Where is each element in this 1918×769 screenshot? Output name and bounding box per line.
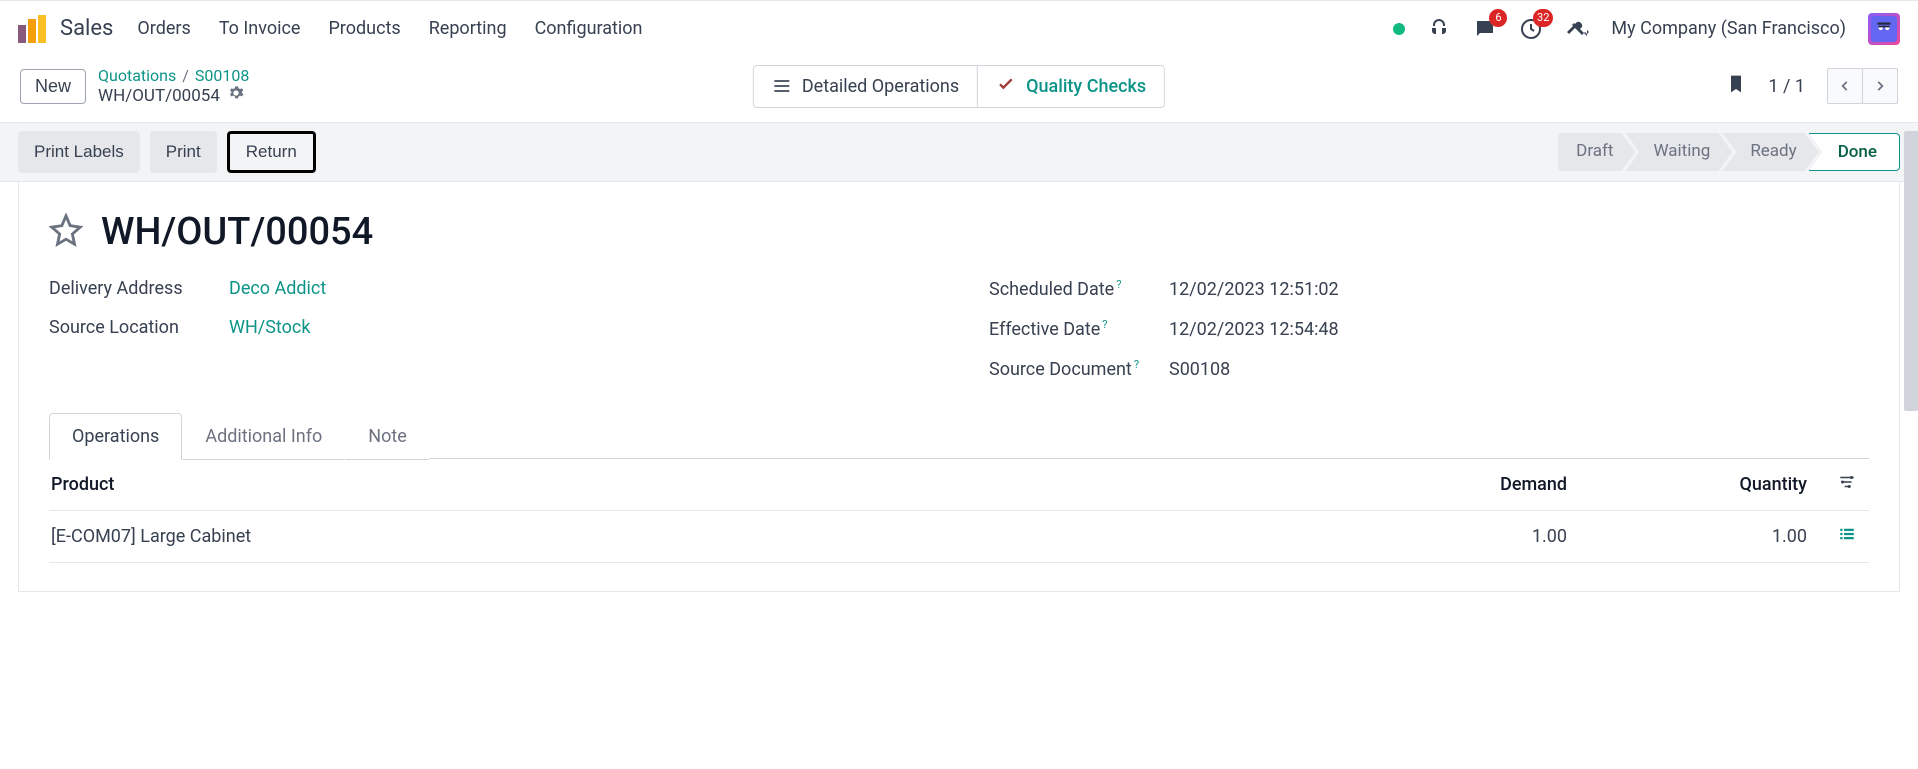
breadcrumb-root[interactable]: Quotations (98, 66, 176, 85)
table-header: Product Demand Quantity (49, 459, 1869, 511)
source-document-label: Source Document? (989, 358, 1169, 380)
cell-quantity: 1.00 (1627, 526, 1827, 547)
print-labels-button[interactable]: Print Labels (18, 131, 140, 173)
scrollbar[interactable] (1904, 131, 1918, 411)
source-document-value: S00108 (1169, 359, 1230, 380)
main-nav: Orders To Invoice Products Reporting Con… (137, 18, 642, 39)
source-location-label: Source Location (49, 317, 229, 338)
pager-text[interactable]: 1 / 1 (1768, 76, 1805, 97)
status-waiting[interactable]: Waiting (1625, 133, 1732, 171)
activities-badge: 32 (1533, 9, 1553, 27)
col-quantity-header: Quantity (1627, 474, 1827, 495)
nav-orders[interactable]: Orders (137, 18, 190, 39)
nav-configuration[interactable]: Configuration (535, 18, 643, 39)
tab-additional-info[interactable]: Additional Info (182, 413, 345, 460)
status-ready[interactable]: Ready (1722, 133, 1818, 171)
nav-products[interactable]: Products (328, 18, 400, 39)
gear-icon[interactable] (228, 85, 244, 106)
app-logo[interactable] (18, 15, 46, 43)
delivery-address-value[interactable]: Deco Addict (229, 278, 326, 299)
effective-date-value: 12/02/2023 12:54:48 (1169, 319, 1339, 340)
voip-icon[interactable] (1427, 17, 1451, 41)
quality-checks-label: Quality Checks (1026, 76, 1146, 97)
breadcrumb: Quotations / S00108 WH/OUT/00054 (98, 66, 249, 106)
cell-demand: 1.00 (1407, 526, 1627, 547)
quality-checks-button[interactable]: Quality Checks (977, 66, 1164, 107)
tab-note[interactable]: Note (345, 413, 430, 460)
user-avatar[interactable] (1868, 13, 1900, 45)
new-button[interactable]: New (20, 69, 86, 104)
pager-prev-button[interactable] (1827, 68, 1863, 104)
tab-operations[interactable]: Operations (49, 413, 182, 460)
scheduled-date-label: Scheduled Date? (989, 278, 1169, 300)
status-bar: Draft Waiting Ready Done (1558, 133, 1900, 171)
star-icon[interactable] (49, 213, 83, 251)
company-selector[interactable]: My Company (San Francisco) (1611, 18, 1846, 39)
nav-to-invoice[interactable]: To Invoice (219, 18, 301, 39)
source-location-value[interactable]: WH/Stock (229, 317, 310, 338)
return-button[interactable]: Return (227, 131, 316, 173)
breadcrumb-record: WH/OUT/00054 (98, 86, 220, 106)
breadcrumb-sep: / (182, 66, 189, 85)
status-draft[interactable]: Draft (1558, 133, 1635, 171)
cell-product: [E-COM07] Large Cabinet (51, 526, 1407, 547)
status-done[interactable]: Done (1809, 133, 1900, 171)
scheduled-date-value: 12/02/2023 12:51:02 (1169, 279, 1339, 300)
effective-date-label: Effective Date? (989, 318, 1169, 340)
app-name[interactable]: Sales (60, 16, 113, 41)
pager-next-button[interactable] (1862, 68, 1898, 104)
messages-badge: 6 (1489, 9, 1507, 27)
table-row[interactable]: [E-COM07] Large Cabinet 1.00 1.00 (49, 511, 1869, 563)
breadcrumb-order[interactable]: S00108 (195, 66, 249, 85)
col-demand-header: Demand (1407, 474, 1627, 495)
print-button[interactable]: Print (150, 131, 217, 173)
presence-indicator (1393, 23, 1405, 35)
tools-icon[interactable] (1565, 17, 1589, 41)
detailed-operations-button[interactable]: Detailed Operations (754, 66, 977, 107)
bookmark-icon[interactable] (1726, 73, 1746, 99)
messages-icon[interactable]: 6 (1473, 17, 1497, 41)
col-product-header: Product (51, 474, 1407, 495)
nav-reporting[interactable]: Reporting (429, 18, 507, 39)
detail-list-icon[interactable] (1838, 525, 1856, 548)
activities-icon[interactable]: 32 (1519, 17, 1543, 41)
delivery-address-label: Delivery Address (49, 278, 229, 299)
filter-icon[interactable] (1838, 473, 1856, 496)
record-title: WH/OUT/00054 (101, 210, 373, 254)
detailed-operations-label: Detailed Operations (802, 76, 959, 97)
